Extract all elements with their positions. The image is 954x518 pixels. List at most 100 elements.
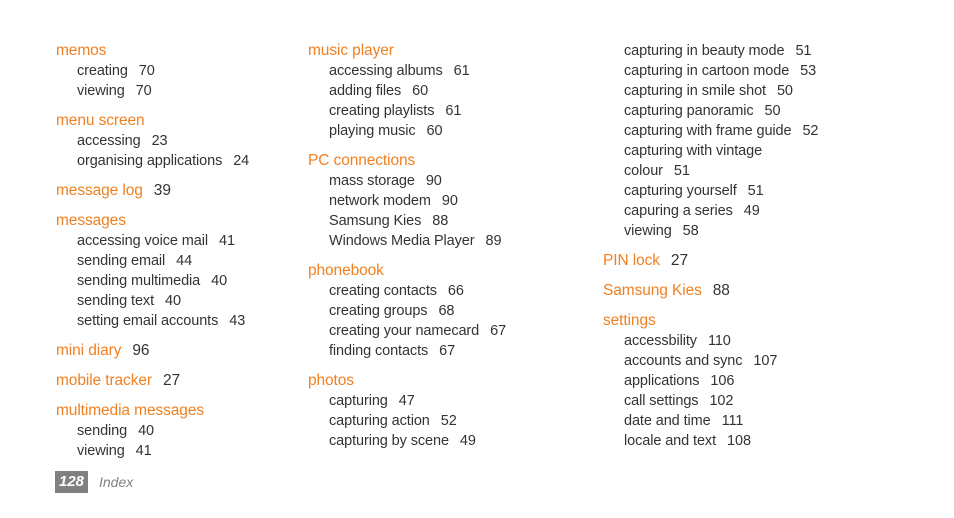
- index-heading-label: mini diary: [56, 342, 122, 359]
- index-group-continued: capturing in beauty mode 51 capturing in c…: [603, 41, 954, 241]
- index-entry[interactable]: capturing yourself 51: [603, 181, 954, 201]
- index-entry-page: 40: [211, 273, 228, 289]
- index-entry[interactable]: accessing 23: [56, 131, 294, 151]
- index-entry[interactable]: capturing with frame guide 52: [603, 121, 954, 141]
- index-heading[interactable]: menu screen: [56, 111, 294, 131]
- index-entry-page: 60: [412, 83, 429, 99]
- index-entry-page: 70: [138, 63, 155, 79]
- index-heading[interactable]: PIN lock 27: [603, 251, 954, 271]
- index-entry[interactable]: call settings 102: [603, 391, 954, 411]
- index-heading[interactable]: multimedia messages: [56, 401, 294, 421]
- index-entry[interactable]: accessing voice mail 41: [56, 231, 294, 251]
- index-entry[interactable]: Samsung Kies 88: [308, 211, 589, 231]
- index-entry[interactable]: playing music 60: [308, 121, 589, 141]
- index-heading-page: 96: [132, 342, 150, 359]
- index-entry[interactable]: sending text 40: [56, 291, 294, 311]
- index-entry[interactable]: organising applications 24: [56, 151, 294, 171]
- index-heading-label: settings: [603, 312, 656, 329]
- index-entry[interactable]: capturing in smile shot 50: [603, 81, 954, 101]
- index-entry-page: 67: [490, 323, 507, 339]
- index-entry[interactable]: capturing 47: [308, 391, 589, 411]
- index-entry-page: 66: [447, 283, 464, 299]
- index-group: music player accessing albums 61 adding fil…: [308, 41, 589, 141]
- index-entry[interactable]: accounts and sync 107: [603, 351, 954, 371]
- index-entry-page: 51: [795, 43, 812, 59]
- index-entry[interactable]: colour 51: [603, 161, 954, 181]
- index-entry[interactable]: creating groups 68: [308, 301, 589, 321]
- index-entry-label: colour: [624, 163, 663, 179]
- index-entry[interactable]: capturing by scene 49: [308, 431, 589, 451]
- index-entry[interactable]: capturing with vintage: [603, 141, 954, 161]
- index-entry-label: Windows Media Player: [329, 233, 475, 249]
- index-entry-label: sending email: [77, 253, 166, 269]
- index-entry[interactable]: date and time 111: [603, 411, 954, 431]
- index-entry[interactable]: locale and text 108: [603, 431, 954, 451]
- index-entry[interactable]: viewing 70: [56, 81, 294, 101]
- index-entry[interactable]: Windows Media Player 89: [308, 231, 589, 251]
- index-entry-label: applications: [624, 373, 700, 389]
- index-heading-page: 27: [162, 372, 180, 389]
- index-heading-page: 88: [712, 282, 730, 299]
- index-entry[interactable]: adding files 60: [308, 81, 589, 101]
- index-heading[interactable]: PC connections: [308, 151, 589, 171]
- index-heading[interactable]: mini diary 96: [56, 341, 294, 361]
- index-entry-label: capturing in smile shot: [624, 83, 766, 99]
- index-heading[interactable]: photos: [308, 371, 589, 391]
- index-heading[interactable]: Samsung Kies 88: [603, 281, 954, 301]
- index-entry[interactable]: sending multimedia 40: [56, 271, 294, 291]
- index-entry[interactable]: capturing in beauty mode 51: [603, 41, 954, 61]
- index-entry[interactable]: sending 40: [56, 421, 294, 441]
- index-heading[interactable]: memos: [56, 41, 294, 61]
- index-entry-label: creating playlists: [329, 103, 435, 119]
- index-entry-page: 107: [753, 353, 778, 369]
- index-entry-page: 50: [764, 103, 781, 119]
- index-heading-label: memos: [56, 42, 107, 59]
- index-entry[interactable]: creating your namecard 67: [308, 321, 589, 341]
- index-heading[interactable]: messages: [56, 211, 294, 231]
- index-heading-label: Samsung Kies: [603, 282, 702, 299]
- index-entry-page: 111: [721, 413, 744, 429]
- index-entry-label: sending text: [77, 293, 154, 309]
- index-heading-label: messages: [56, 212, 126, 229]
- index-heading-label: PIN lock: [603, 252, 660, 269]
- index-column-2: music player accessing albums 61 adding fil…: [294, 41, 589, 461]
- index-group: memos creating 70 viewing 70: [56, 41, 294, 101]
- index-column-1: memos creating 70 viewing 70 menu screen acces…: [0, 41, 294, 461]
- index-heading-label: menu screen: [56, 112, 145, 129]
- index-heading[interactable]: music player: [308, 41, 589, 61]
- index-entry[interactable]: viewing 58: [603, 221, 954, 241]
- index-entry[interactable]: creating 70: [56, 61, 294, 81]
- index-entry[interactable]: mass storage 90: [308, 171, 589, 191]
- index-entry-label: playing music: [329, 123, 416, 139]
- index-entry-page: 41: [135, 443, 152, 459]
- index-entry-page: 43: [229, 313, 246, 329]
- index-entry[interactable]: capturing action 52: [308, 411, 589, 431]
- index-heading[interactable]: mobile tracker 27: [56, 371, 294, 391]
- index-entry-label: capturing panoramic: [624, 103, 754, 119]
- index-heading[interactable]: settings: [603, 311, 954, 331]
- index-entry-label: Samsung Kies: [329, 213, 422, 229]
- index-entry[interactable]: setting email accounts 43: [56, 311, 294, 331]
- index-entry[interactable]: network modem 90: [308, 191, 589, 211]
- index-group: menu screen accessing 23 organising applica…: [56, 111, 294, 171]
- index-entry[interactable]: capuring a series 49: [603, 201, 954, 221]
- index-entry[interactable]: finding contacts 67: [308, 341, 589, 361]
- index-entry[interactable]: viewing 41: [56, 441, 294, 461]
- index-entry-page: 110: [707, 333, 731, 349]
- index-entry-label: network modem: [329, 193, 431, 209]
- index-entry-label: accounts and sync: [624, 353, 743, 369]
- index-heading-label: multimedia messages: [56, 402, 204, 419]
- index-group: PC connections mass storage 90 network mode…: [308, 151, 589, 251]
- index-entry-page: 61: [453, 63, 470, 79]
- index-entry[interactable]: applications 106: [603, 371, 954, 391]
- index-entry-page: 70: [135, 83, 152, 99]
- index-entry[interactable]: sending email 44: [56, 251, 294, 271]
- index-heading[interactable]: phonebook: [308, 261, 589, 281]
- index-entry[interactable]: capturing in cartoon mode 53: [603, 61, 954, 81]
- index-heading[interactable]: message log 39: [56, 181, 294, 201]
- index-entry[interactable]: creating contacts 66: [308, 281, 589, 301]
- index-entry[interactable]: accessbility 110: [603, 331, 954, 351]
- index-entry[interactable]: creating playlists 61: [308, 101, 589, 121]
- index-entry[interactable]: capturing panoramic 50: [603, 101, 954, 121]
- index-entry[interactable]: accessing albums 61: [308, 61, 589, 81]
